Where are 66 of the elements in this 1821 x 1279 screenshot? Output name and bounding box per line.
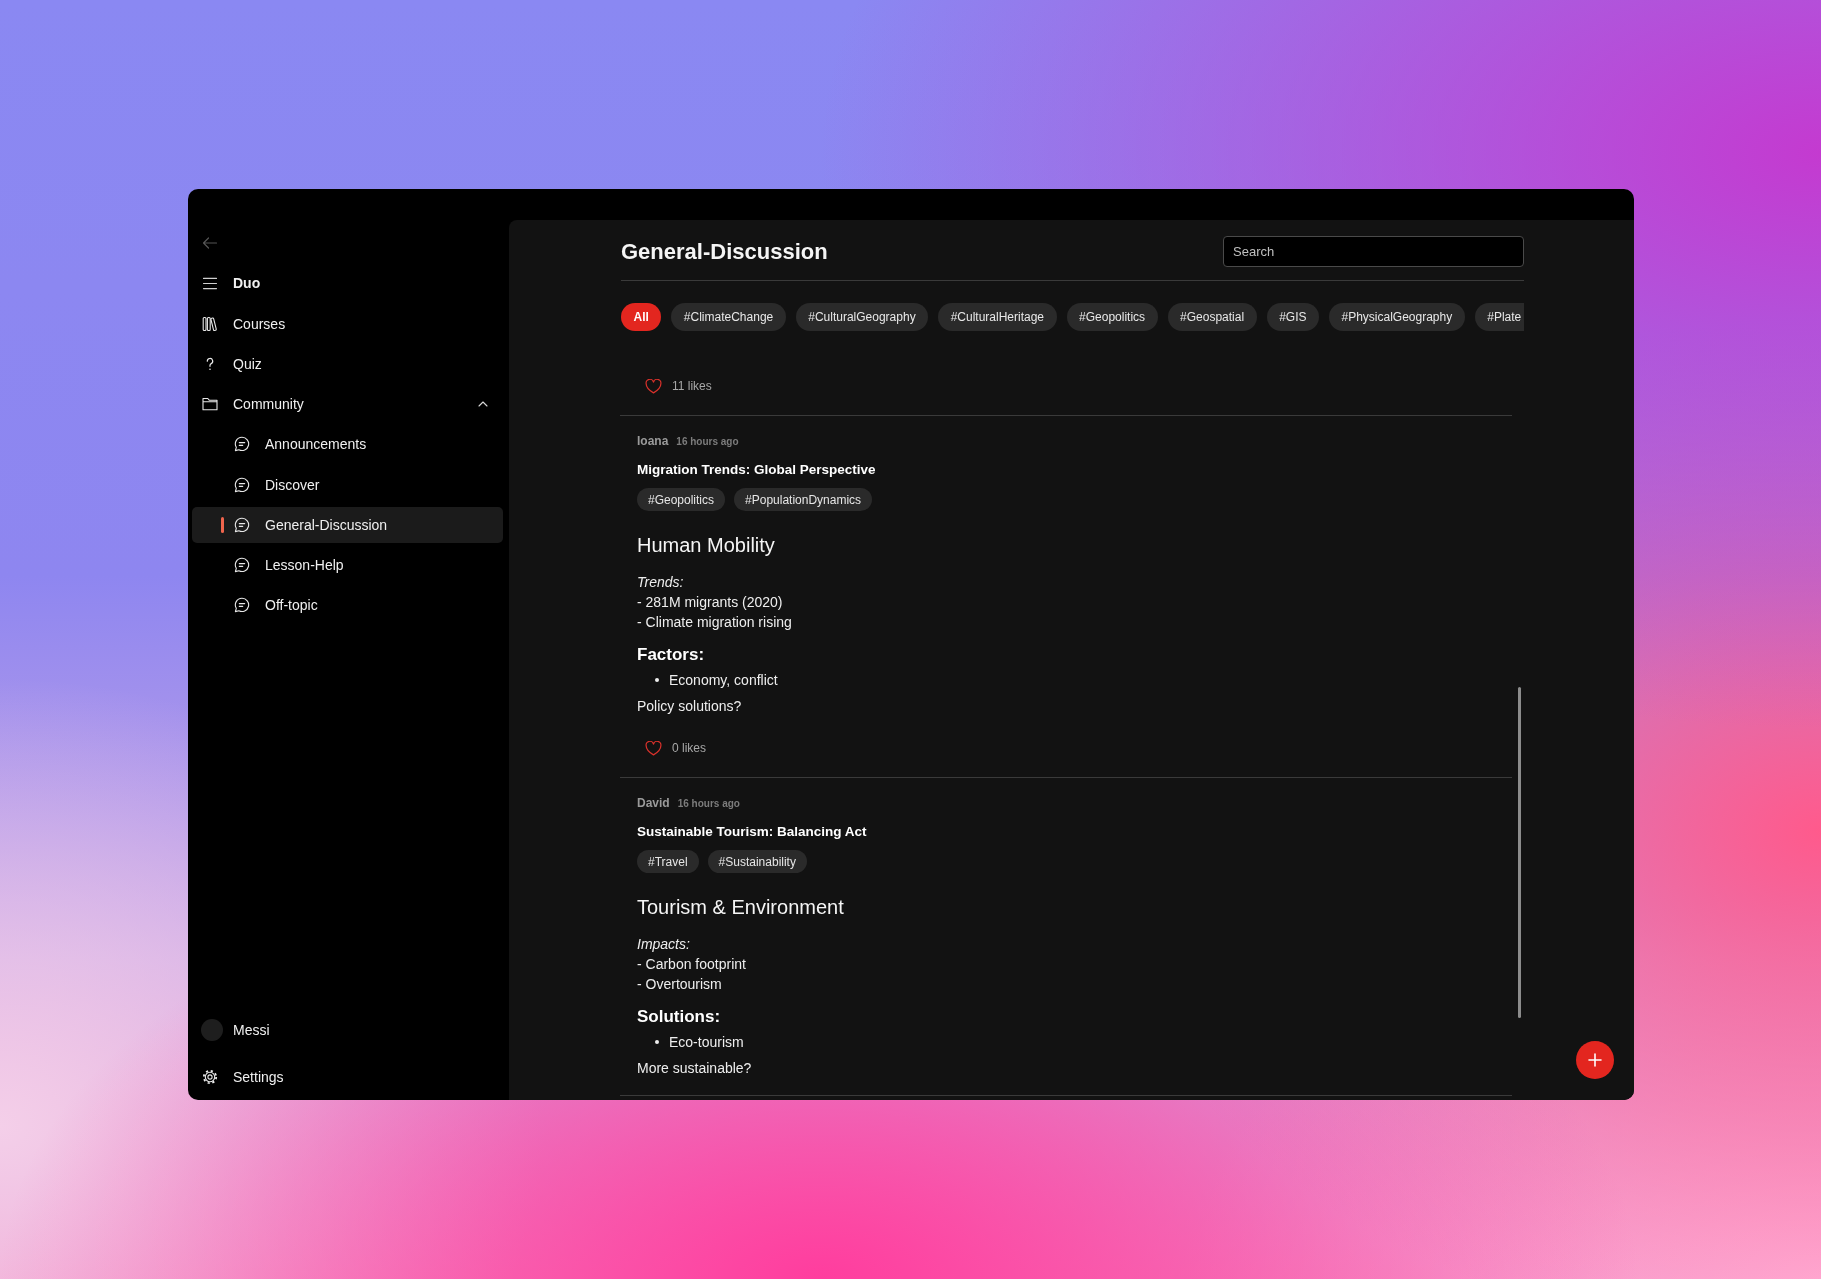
nav-item[interactable]: Discover (192, 466, 503, 503)
folder-icon (202, 396, 218, 412)
selection-bar-icon (221, 516, 224, 533)
plus-icon (1588, 1053, 1602, 1067)
nav-item[interactable]: Quiz (192, 345, 503, 382)
likes-count: 0 likes (672, 741, 706, 755)
post-text: - Overtourism (637, 975, 722, 994)
heart-icon[interactable] (645, 740, 662, 756)
tag-chip[interactable]: #Travel (637, 850, 699, 873)
post-author: David (637, 795, 670, 812)
search-field[interactable]: Search (1223, 236, 1524, 267)
filter-chip[interactable]: #Geospatial (1167, 303, 1257, 331)
bullet-text: Eco-tourism (669, 1033, 744, 1052)
chat-bubble-icon (234, 557, 250, 573)
bullet-text: Economy, conflict (669, 671, 778, 690)
likes-count: 11 likes (672, 379, 712, 393)
chevron-icon[interactable] (477, 400, 489, 408)
user-profile[interactable]: Messi (192, 1012, 503, 1048)
post-heading: Human Mobility (637, 533, 775, 558)
nav-item[interactable]: Lesson-Help (192, 547, 503, 583)
post-text: - 281M migrants (2020) (637, 593, 783, 612)
post-time: 16 hours ago (676, 435, 739, 449)
post-title[interactable]: Sustainable Tourism: Balancing Act (637, 822, 867, 842)
tag-chip[interactable]: #Sustainability (707, 850, 807, 873)
tag-chip[interactable]: #PopulationDynamics (734, 488, 873, 511)
post-author: Ioana (637, 433, 669, 450)
filter-chip[interactable]: All (621, 303, 662, 331)
post-subheading: Solutions: (637, 1006, 721, 1028)
app-title: Duo (233, 275, 261, 292)
nav-item[interactable]: General-Discussion (192, 506, 503, 543)
page-title: General-Discussion (621, 238, 828, 265)
post-time: 16 hours ago (677, 797, 740, 811)
filter-chip[interactable]: #PhysicalGeography (1329, 303, 1465, 331)
menu-icon[interactable] (202, 276, 218, 290)
post-title[interactable]: Migration Trends: Global Perspective (637, 460, 876, 480)
bullet-icon (655, 678, 659, 682)
filter-chip[interactable]: #ClimateChange (671, 303, 786, 331)
chat-bubble-icon (234, 436, 250, 453)
post-text: Impacts: (637, 935, 690, 954)
filter-chip[interactable]: #Geopolitics (1066, 303, 1158, 331)
tag-chip[interactable]: #Geopolitics (637, 488, 726, 511)
post-heading: Tourism & Environment (637, 895, 844, 920)
heart-icon[interactable] (645, 378, 662, 394)
filter-chip[interactable]: #CulturalHeritage (938, 303, 1057, 331)
books-icon (202, 315, 218, 332)
post-text: - Climate migration rising (637, 613, 792, 632)
post-text: More sustainable? (637, 1059, 752, 1078)
post-text: Trends: (637, 573, 684, 592)
chat-bubble-icon (234, 516, 250, 533)
nav-item[interactable]: Off-topic (192, 587, 503, 624)
filter-chip[interactable]: #GIS (1266, 303, 1319, 331)
nav-item[interactable]: Community (192, 386, 503, 422)
post-subheading: Factors: (637, 644, 705, 666)
chat-bubble-icon (234, 476, 250, 493)
filter-chip[interactable]: #Plate (1474, 303, 1524, 331)
nav-item[interactable]: Announcements (192, 426, 503, 463)
post-text: - Carbon footprint (637, 955, 746, 974)
avatar-icon (201, 1019, 223, 1041)
chat-bubble-icon (234, 597, 250, 614)
bullet-icon (655, 1040, 659, 1044)
post-text: Policy solutions? (637, 697, 742, 716)
settings-icon (202, 1069, 218, 1085)
nav-item[interactable]: Courses (192, 305, 503, 342)
settings-item[interactable]: Settings (192, 1059, 503, 1095)
scrollbar-thumb[interactable] (1518, 687, 1521, 1018)
filter-chip[interactable]: #CulturalGeography (795, 303, 929, 331)
